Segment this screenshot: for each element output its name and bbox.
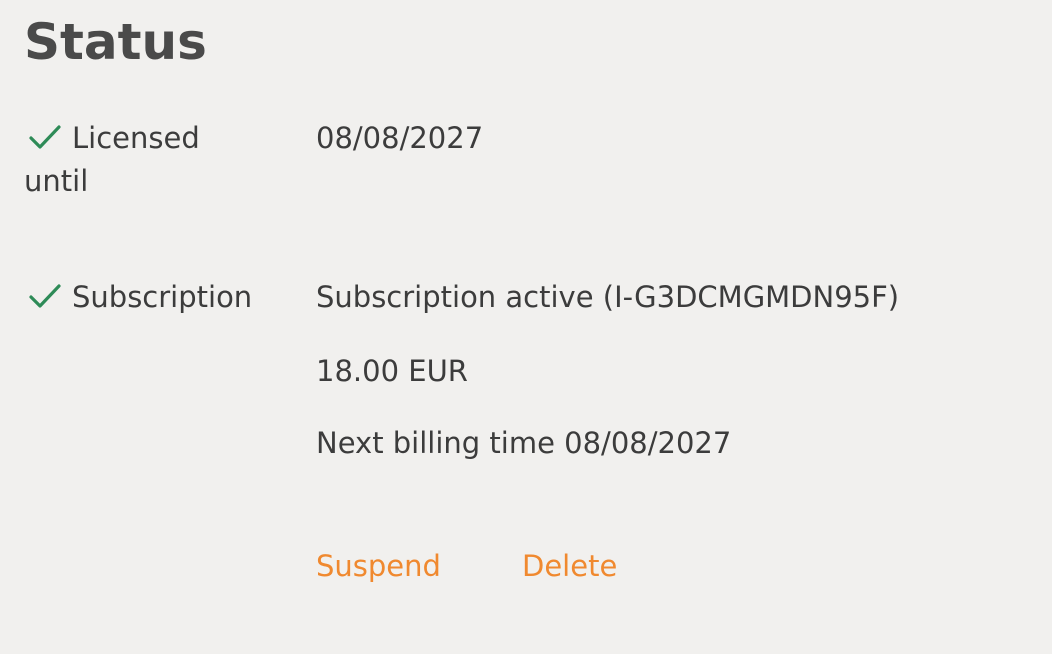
check-icon (28, 283, 62, 309)
page-title: Status (24, 13, 207, 71)
licensed-label-line2: until (24, 164, 89, 198)
next-billing-time: Next billing time 08/08/2027 (316, 426, 732, 460)
subscription-label: Subscription (24, 276, 294, 319)
licensed-label-line1: Licensed (72, 121, 200, 155)
subscription-price: 18.00 EUR (316, 354, 468, 388)
status-page: Status Licensed until 08/08/2027 Subscri… (0, 0, 1052, 654)
subscription-status: Subscription active (I-G3DCMGMDN95F) (316, 280, 900, 314)
licensed-until-label: Licensed until (24, 117, 294, 203)
subscription-label-text: Subscription (72, 280, 253, 314)
licensed-until-value: 08/08/2027 (316, 121, 484, 155)
delete-link[interactable]: Delete (522, 545, 617, 588)
suspend-link[interactable]: Suspend (316, 545, 441, 588)
check-icon (28, 124, 62, 150)
